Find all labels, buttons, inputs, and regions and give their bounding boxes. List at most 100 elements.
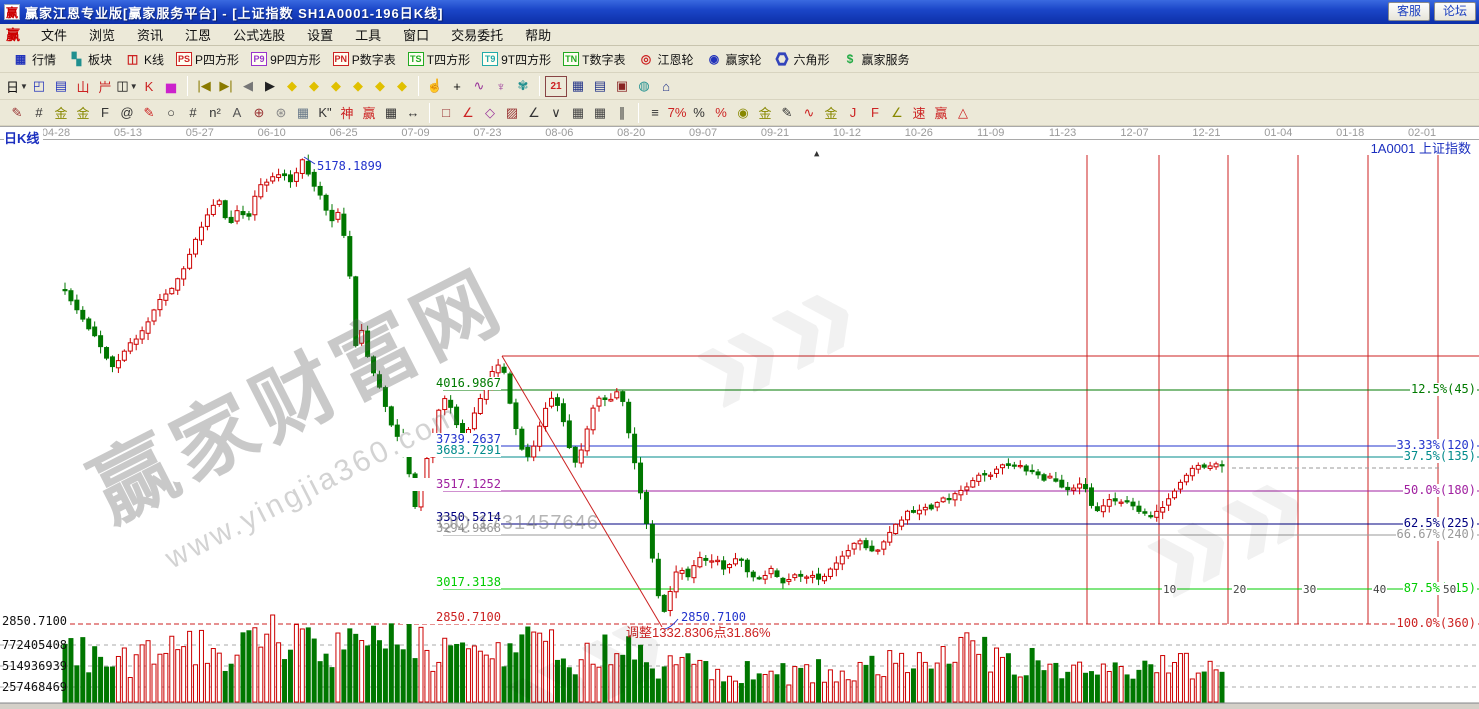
expand-all-diamond-button[interactable]: ◆ <box>369 76 391 97</box>
pen2-tool[interactable]: ✎ <box>776 102 798 123</box>
ying-tool[interactable]: 赢 <box>358 102 380 123</box>
menu-item-工具[interactable]: 工具 <box>344 23 392 46</box>
h-measure-tool[interactable]: ↔ <box>402 102 424 123</box>
shen-tool[interactable]: 神 <box>336 102 358 123</box>
p-table-button[interactable]: PNP数字表 <box>327 49 402 70</box>
9p-square-button[interactable]: P99P四方形 <box>245 49 327 70</box>
volume-bar <box>1155 673 1159 702</box>
marker-pen-tool[interactable]: ✎ <box>138 102 160 123</box>
percent-tool[interactable]: % <box>688 102 710 123</box>
period-day-selector[interactable]: 日 ▼ <box>6 76 28 97</box>
t-table-button[interactable]: TNT数字表 <box>557 49 631 70</box>
seven-pct-tool[interactable]: 7% <box>666 102 688 123</box>
menu-item-文件[interactable]: 文件 <box>30 23 78 46</box>
pan-left-diamond-button[interactable]: ◆ <box>281 76 303 97</box>
analysis-tool-button[interactable]: ✾ <box>512 76 534 97</box>
p-square-button[interactable]: PSP四方形 <box>170 49 245 70</box>
expand-h-diamond-button[interactable]: ◆ <box>325 76 347 97</box>
red-k-icon[interactable]: K <box>138 76 160 97</box>
winner-service-button[interactable]: $赢家服务 <box>836 49 916 70</box>
hash-tool[interactable]: # <box>182 102 204 123</box>
grid-lines-tool[interactable]: # <box>28 102 50 123</box>
color-histogram-icon[interactable]: ▅ <box>160 76 182 97</box>
grid-box2-tool[interactable]: ▦ <box>589 102 611 123</box>
gold-angle-tool[interactable]: 金 <box>820 102 842 123</box>
gold-circle-tool[interactable]: ◉ <box>732 102 754 123</box>
shrink-h-diamond-button[interactable]: ◆ <box>347 76 369 97</box>
export-button[interactable]: ◍ <box>633 76 655 97</box>
chart-area[interactable]: »» »» »» 赢家财富网 www.yingjia360.com QQ:173… <box>0 140 1479 703</box>
fan-grid-tool[interactable]: ▨ <box>501 102 523 123</box>
ratio-bars-tool[interactable]: ≡ <box>644 102 666 123</box>
four-angle-tool[interactable]: △ <box>952 102 974 123</box>
grid-circle-tool[interactable]: ▦ <box>292 102 314 123</box>
calculator-button[interactable]: ▦ <box>567 76 589 97</box>
workstation-button[interactable]: ⌂ <box>655 76 677 97</box>
menu-item-帮助[interactable]: 帮助 <box>514 23 562 46</box>
calendar-button[interactable]: 21 <box>545 76 567 97</box>
pan-right-diamond-button[interactable]: ◆ <box>303 76 325 97</box>
menu-item-设置[interactable]: 设置 <box>296 23 344 46</box>
crosshair-tool-button[interactable]: + <box>446 76 468 97</box>
menu-item-公式选股[interactable]: 公式选股 <box>222 23 296 46</box>
k-quote-tool[interactable]: K" <box>314 102 336 123</box>
speed-line-tool[interactable]: 速 <box>908 102 930 123</box>
sectors-button[interactable]: ▚板块 <box>62 49 118 70</box>
menu-item-交易委托[interactable]: 交易委托 <box>440 23 514 46</box>
angle-a-tool[interactable]: A <box>226 102 248 123</box>
volume-bar <box>704 662 708 702</box>
gold-slope-tool[interactable]: ∠ <box>886 102 908 123</box>
trendline-tool-button[interactable]: ∿ <box>468 76 490 97</box>
box-tool[interactable]: □ <box>435 102 457 123</box>
menu-item-江恩[interactable]: 江恩 <box>174 23 222 46</box>
f-grid-tool[interactable]: F <box>94 102 116 123</box>
hexagon-button[interactable]: 六角形 <box>768 49 836 70</box>
prev-bar-button[interactable]: ◀ <box>237 76 259 97</box>
shape-tool-button[interactable]: ♆ <box>490 76 512 97</box>
next-bar-button[interactable]: ▶ <box>259 76 281 97</box>
menu-item-窗口[interactable]: 窗口 <box>392 23 440 46</box>
gold-grid2-tool[interactable]: 金 <box>72 102 94 123</box>
fan-polygon-tool[interactable]: ◇ <box>479 102 501 123</box>
gann-wheel-button[interactable]: ◎江恩轮 <box>631 49 699 70</box>
wave-tool[interactable]: ∿ <box>798 102 820 123</box>
f-angle-tool[interactable]: F <box>864 102 886 123</box>
star-circle-tool[interactable]: ⊛ <box>270 102 292 123</box>
winner-wheel-button[interactable]: ◉赢家轮 <box>699 49 767 70</box>
hand-tool-button[interactable]: ☝ <box>424 76 446 97</box>
info-panel-icon[interactable]: ▤ <box>50 76 72 97</box>
gann-fan-tool[interactable]: ∠ <box>457 102 479 123</box>
forum-button[interactable]: 论坛 <box>1434 2 1476 21</box>
draw-pen-tool[interactable]: ✎ <box>6 102 28 123</box>
ma3-icon[interactable]: 山 <box>72 76 94 97</box>
ma9-icon[interactable]: 屵 <box>94 76 116 97</box>
angle-lines-tool[interactable]: ∠ <box>523 102 545 123</box>
parallel-lines-tool[interactable]: ∥ <box>611 102 633 123</box>
ying-angle-tool[interactable]: 赢 <box>930 102 952 123</box>
kline-button[interactable]: ◫K线 <box>118 49 170 70</box>
grid-box-tool[interactable]: ▦ <box>567 102 589 123</box>
gold-lines-tool[interactable]: 金 <box>754 102 776 123</box>
notes-button[interactable]: ▤ <box>589 76 611 97</box>
dense-grid-tool[interactable]: ▦ <box>380 102 402 123</box>
t-square-button[interactable]: TST四方形 <box>402 49 476 70</box>
quotes-button[interactable]: ▦行情 <box>6 49 62 70</box>
gold-grid-tool[interactable]: 金 <box>50 102 72 123</box>
gann-circle-tool[interactable]: ⊕ <box>248 102 270 123</box>
n-square-tool[interactable]: n² <box>204 102 226 123</box>
customer-service-button[interactable]: 客服 <box>1388 2 1430 21</box>
zigzag-tool[interactable]: ∨ <box>545 102 567 123</box>
cycle-clock-tool[interactable]: ○ <box>160 102 182 123</box>
spiral-tool[interactable]: @ <box>116 102 138 123</box>
candle-style-selector[interactable]: ◫ ▼ <box>116 76 138 97</box>
first-bar-button[interactable]: |◀ <box>193 76 215 97</box>
save-button[interactable]: ▣ <box>611 76 633 97</box>
menu-item-资讯[interactable]: 资讯 <box>126 23 174 46</box>
last-bar-button[interactable]: ▶| <box>215 76 237 97</box>
shrink-all-diamond-button[interactable]: ◆ <box>391 76 413 97</box>
menu-item-浏览[interactable]: 浏览 <box>78 23 126 46</box>
j-angle-tool[interactable]: J <box>842 102 864 123</box>
9t-square-button[interactable]: T99T四方形 <box>476 49 557 70</box>
percent-lines-tool[interactable]: % <box>710 102 732 123</box>
region-zoom-icon[interactable]: ◰ <box>28 76 50 97</box>
